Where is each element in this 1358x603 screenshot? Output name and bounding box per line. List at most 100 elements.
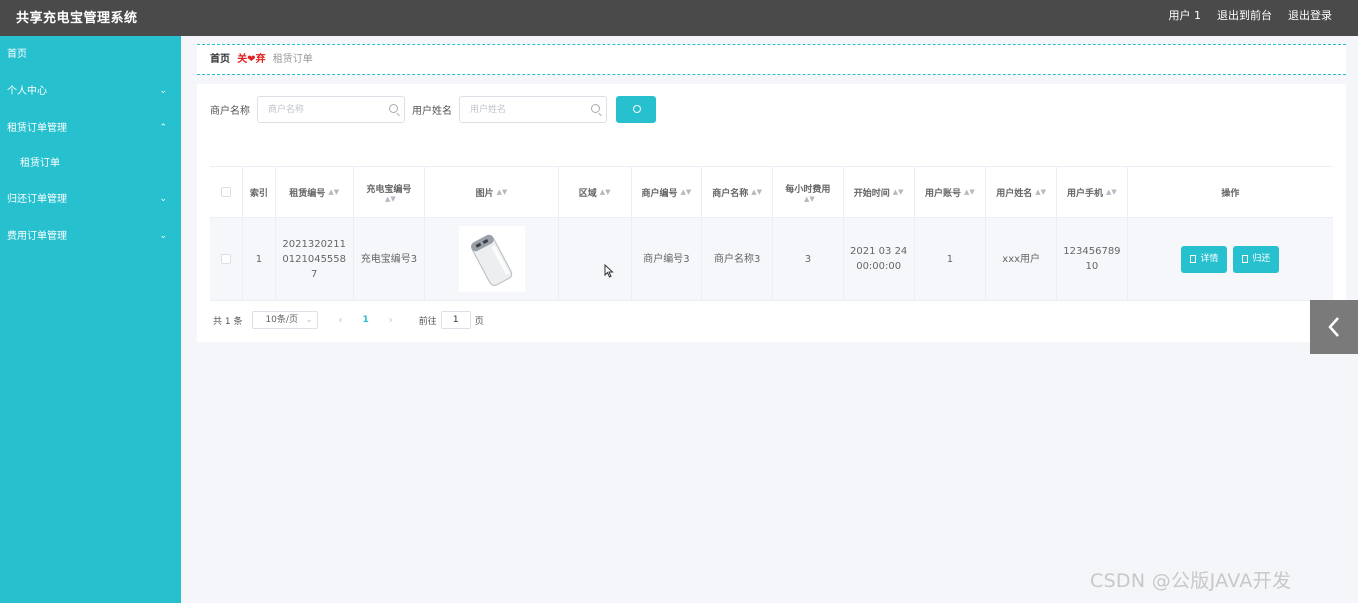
sort-icon[interactable]: ▲▼ — [751, 188, 762, 196]
back-to-front-link[interactable]: 退出到前台 — [1217, 7, 1272, 23]
row-select[interactable] — [210, 218, 243, 300]
breadcrumb-home[interactable]: 首页 — [210, 54, 230, 65]
document-icon — [1242, 255, 1249, 263]
sidebar: 首页 个人中心 ⌄ 租赁订单管理 ⌃ 租赁订单 归还订单管理 ⌄ 费用订单管理 … — [0, 36, 181, 603]
merchant-name-field[interactable] — [257, 96, 405, 123]
search-button[interactable] — [616, 96, 656, 123]
app-title: 共享充电宝管理系统 — [16, 11, 138, 26]
search-form: 商户名称 用户姓名 — [210, 96, 656, 123]
return-button[interactable]: 归还 — [1233, 245, 1280, 273]
header-bank-no[interactable]: 充电宝编号 ▲▼ — [354, 167, 426, 217]
user-name-input[interactable] — [460, 97, 606, 122]
collapse-panel-button[interactable] — [1310, 300, 1358, 354]
page-number[interactable]: 1 — [362, 315, 368, 325]
header-label: 租赁编号 — [289, 188, 326, 199]
cell-bank-no: 充电宝编号3 — [354, 218, 426, 300]
power-bank-image — [458, 226, 525, 292]
sort-icon[interactable]: ▲▼ — [328, 188, 339, 196]
header-label: 索引 — [249, 188, 268, 199]
table-header: 索引 租赁编号 ▲▼ 充电宝编号 ▲▼ 图片 ▲▼ 区域 ▲▼ 商户编号 ▲▼ 商户名称 ▲… — [210, 167, 1333, 218]
goto-prefix: 前往 — [418, 316, 437, 327]
sort-icon[interactable]: ▲▼ — [1035, 188, 1046, 196]
header-picture[interactable]: 图片 ▲▼ — [425, 167, 559, 217]
header-user-phone[interactable]: 用户手机 ▲▼ — [1057, 167, 1128, 217]
logout-link[interactable]: 退出登录 — [1288, 7, 1332, 23]
header-merchant-name[interactable]: 商户名称 ▲▼ — [702, 167, 774, 217]
next-page-button[interactable]: › — [389, 315, 393, 326]
return-button-label: 归还 — [1252, 253, 1271, 264]
user-name-label: 用户姓名 — [412, 106, 452, 117]
top-bar: 共享充电宝管理系统 用户 1 退出到前台 退出登录 — [0, 0, 1358, 36]
sort-icon[interactable]: ▲▼ — [804, 195, 815, 203]
document-icon — [1190, 255, 1197, 263]
user-name-field[interactable] — [459, 96, 607, 123]
sort-icon[interactable]: ▲▼ — [1106, 188, 1117, 196]
chevron-up-icon: ⌃ — [159, 123, 167, 133]
sidebar-item-label: 费用订单管理 — [7, 231, 67, 242]
cell-merchant-name: 商户名称3 — [702, 218, 774, 300]
breadcrumb: 首页 关❤弃 租赁订单 — [197, 44, 1346, 75]
cell-merchant-no: 商户编号3 — [632, 218, 703, 300]
header-label: 用户账号 — [925, 188, 962, 199]
pagination: 共 1 条 10条/页 ⌄ ‹ 1 › 前往 页 — [213, 311, 484, 329]
sidebar-item-home[interactable]: 首页 — [0, 36, 181, 73]
header-hourly-fee[interactable]: 每小时费用 ▲▼ — [773, 167, 844, 217]
cell-index: 1 — [243, 218, 276, 300]
header-user-account[interactable]: 用户账号 ▲▼ — [915, 167, 987, 217]
goto-page-input[interactable] — [440, 311, 471, 329]
header-start-time[interactable]: 开始时间 ▲▼ — [844, 167, 915, 217]
header-label: 充电宝编号 — [366, 184, 412, 195]
sort-icon[interactable]: ▲▼ — [893, 188, 904, 196]
current-user-label[interactable]: 用户 1 — [1169, 7, 1202, 23]
header-rent-no[interactable]: 租赁编号 ▲▼ — [276, 167, 354, 217]
cell-user-phone: 12345678910 — [1057, 218, 1128, 300]
sort-icon[interactable]: ▲▼ — [600, 188, 611, 196]
cell-hourly-fee: 3 — [773, 218, 844, 300]
header-select-all[interactable] — [210, 167, 243, 217]
merchant-name-input[interactable] — [258, 97, 404, 122]
sidebar-item-personal-center[interactable]: 个人中心 ⌄ — [0, 73, 181, 110]
sidebar-item-return-order-management[interactable]: 归还订单管理 ⌄ — [0, 181, 181, 218]
rent-no-text: 202132021101210455587 — [282, 238, 347, 280]
pagination-total: 共 1 条 — [213, 316, 243, 327]
sort-icon[interactable]: ▲▼ — [497, 188, 508, 196]
user-phone-text: 12345678910 — [1063, 246, 1121, 272]
sidebar-item-label: 归还订单管理 — [7, 194, 67, 205]
header-label: 操作 — [1221, 188, 1240, 199]
cell-rent-no: 202132021101210455587 — [276, 218, 354, 300]
table-row[interactable]: 1 202132021101210455587 充电宝编号3 商户编号3 商户名… — [210, 218, 1333, 301]
header-label: 图片 — [475, 188, 494, 199]
sidebar-item-label: 首页 — [7, 49, 27, 60]
breadcrumb-current: 租赁订单 — [272, 54, 313, 65]
sort-icon[interactable]: ▲▼ — [385, 195, 396, 203]
sidebar-item-rent-order-management[interactable]: 租赁订单管理 ⌃ — [0, 110, 181, 147]
header-label: 区域 — [578, 188, 597, 199]
chevron-down-icon: ⌄ — [159, 194, 167, 204]
chevron-down-icon: ⌄ — [159, 86, 167, 96]
page-size-select[interactable]: 10条/页 ⌄ — [252, 311, 319, 329]
goto-suffix: 页 — [474, 316, 484, 327]
rent-order-table: 索引 租赁编号 ▲▼ 充电宝编号 ▲▼ 图片 ▲▼ 区域 ▲▼ 商户编号 ▲▼ 商户名称 ▲… — [210, 166, 1333, 301]
detail-button[interactable]: 详情 — [1181, 245, 1228, 273]
page-size-value: 10条/页 — [265, 315, 298, 325]
sort-icon[interactable]: ▲▼ — [681, 188, 692, 196]
header-actions: 操作 — [1128, 167, 1333, 217]
header-label: 用户手机 — [1067, 188, 1104, 199]
sidebar-item-fee-order-management[interactable]: 费用订单管理 ⌄ — [0, 218, 181, 255]
checkbox[interactable] — [220, 187, 231, 197]
checkbox[interactable] — [220, 254, 231, 264]
cell-start-time: 2021 03 24 00:00:00 — [844, 218, 915, 300]
header-label: 用户姓名 — [996, 188, 1033, 199]
sidebar-item-label: 租赁订单 — [20, 158, 60, 169]
header-label: 商户名称 — [712, 188, 749, 199]
header-label: 每小时费用 — [785, 184, 831, 195]
sidebar-subitem-rent-order[interactable]: 租赁订单 — [0, 147, 181, 181]
header-user-name[interactable]: 用户姓名 ▲▼ — [986, 167, 1058, 217]
search-icon — [591, 104, 600, 113]
prev-page-button[interactable]: ‹ — [338, 315, 342, 326]
breadcrumb-separator: 关❤弃 — [237, 54, 266, 65]
sort-icon[interactable]: ▲▼ — [964, 188, 975, 196]
cell-actions: 详情 归还 — [1128, 218, 1333, 300]
header-merchant-no[interactable]: 商户编号 ▲▼ — [632, 167, 703, 217]
header-area[interactable]: 区域 ▲▼ — [559, 167, 632, 217]
